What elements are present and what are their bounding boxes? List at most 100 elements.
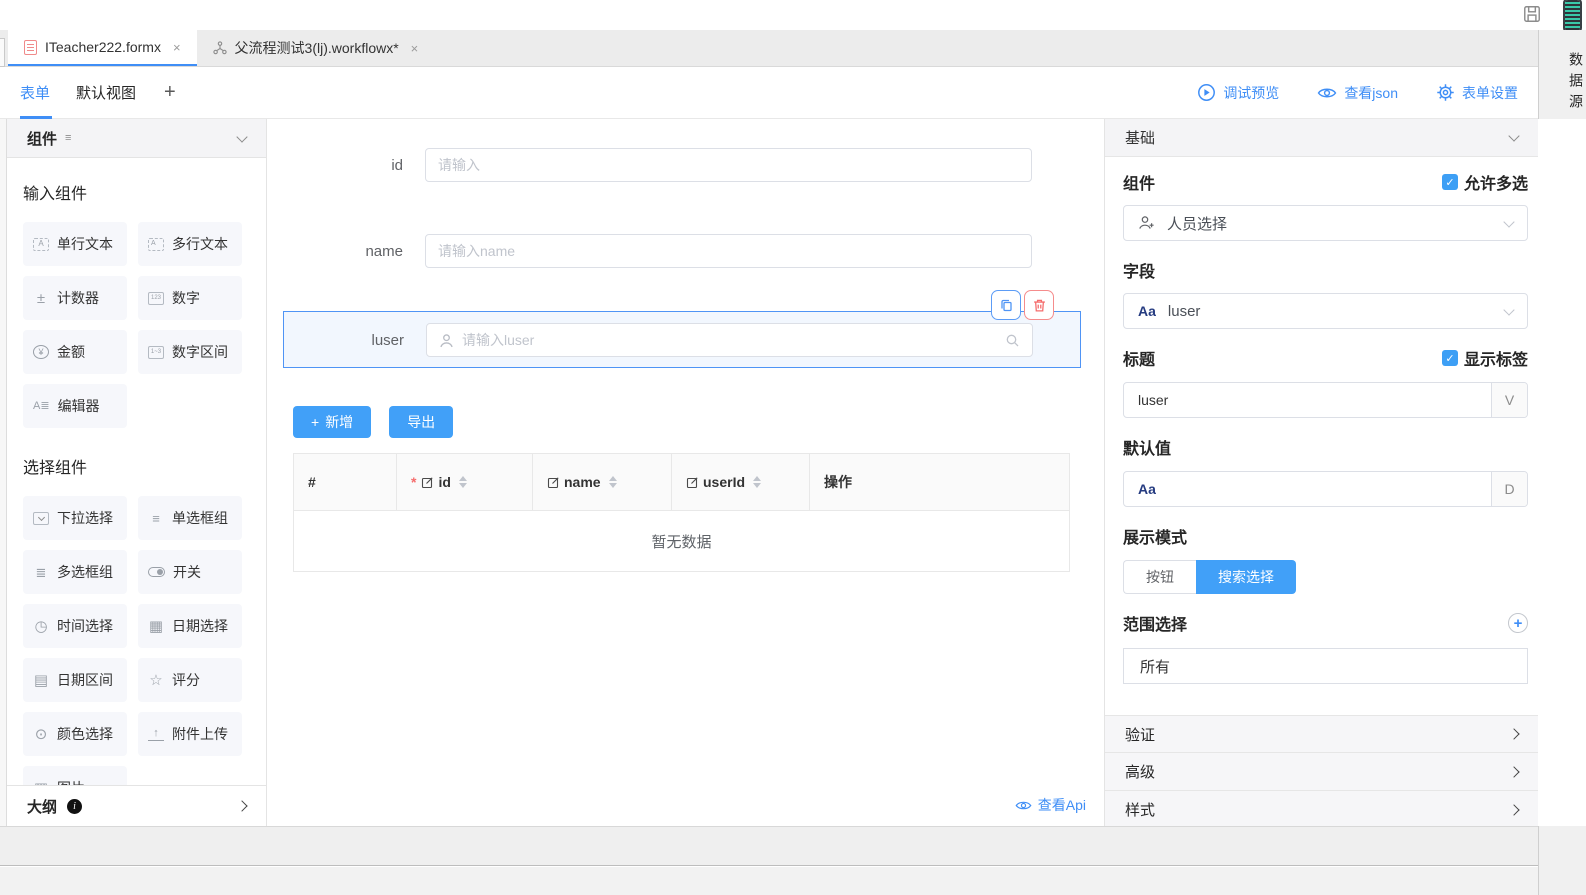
palette-item-counter[interactable]: ± 计数器 [23,276,127,320]
section-advanced[interactable]: 高级 [1105,753,1538,791]
palette-item-number-range[interactable]: 1~3 数字区间 [138,330,242,374]
palette-item-attachment-upload[interactable]: ↑ 附件上传 [138,712,242,756]
footer-strip-upper [0,826,1538,866]
rail-tab-datasource[interactable]: 数据源 [1539,38,1586,128]
palette-item-radio-group[interactable]: ≡ 单选框组 [138,496,242,540]
info-icon: i [67,799,82,814]
search-icon [1005,333,1020,348]
variable-suffix-button[interactable]: V [1491,383,1527,417]
palette-item-dropdown-select[interactable]: 下拉选择 [23,496,127,540]
close-icon[interactable]: × [173,40,181,55]
color-picker-icon: ⊙ [33,727,49,742]
luser-input-preview[interactable]: 请输入luser [426,323,1033,357]
col-id[interactable]: * id [397,454,533,510]
text-type-icon: Aa [1124,481,1156,497]
show-label-checkbox-group[interactable]: ✓ 显示标签 [1442,346,1528,370]
field-row-luser[interactable]: luser 请输入luser [284,323,1082,357]
person-plus-icon [1138,215,1155,232]
checkbox-checked-icon[interactable]: ✓ [1442,350,1458,366]
copy-component-button[interactable] [991,290,1021,320]
outline-bar[interactable]: 大纲 i [7,785,266,826]
eye-icon [1015,799,1032,812]
palette-title: 组件 [27,128,57,149]
outline-title: 大纲 [27,796,57,817]
col-name[interactable]: name [533,454,672,510]
plus-icon: + [311,414,319,430]
name-input-preview[interactable]: 请输入name [425,234,1032,268]
close-icon[interactable]: × [411,41,419,56]
section-style[interactable]: 样式 [1105,791,1538,829]
mode-search-select-option[interactable]: 搜索选择 [1196,560,1296,594]
title-input-wrap: V [1123,382,1528,418]
export-button[interactable]: 导出 [389,406,453,438]
view-json-button[interactable]: 查看json [1317,83,1398,103]
table-header: # * id na [294,454,1069,511]
palette-item-time-picker[interactable]: ◷ 时间选择 [23,604,127,648]
default-value-input[interactable] [1156,481,1491,497]
palette-item-checkbox-group[interactable]: ≣ 多选框组 [23,550,127,594]
default-value-row-label: 默认值 [1123,436,1528,458]
edit-icon [547,476,560,489]
chevron-down-icon [1508,130,1519,141]
multi-select-checkbox-group[interactable]: ✓ 允许多选 [1442,170,1528,194]
counter-icon: ± [33,291,49,306]
col-userid[interactable]: userId [672,454,810,510]
chevron-right-icon [1508,804,1519,815]
data-table: # * id na [293,453,1070,572]
tab-default-view[interactable]: 默认视图 [76,67,136,118]
field-row-name[interactable]: name 请输入name [283,234,1081,268]
debug-preview-button[interactable]: 调试预览 [1197,83,1279,103]
tab-formx-file[interactable]: ITeacher222.formx × [8,30,197,66]
checkbox-group-icon: ≣ [33,566,49,579]
range-value-box[interactable]: 所有 [1123,648,1528,684]
form-settings-button[interactable]: 表单设置 [1436,83,1518,103]
palette-item-switch[interactable]: 开关 [138,550,242,594]
tab-workflow-file[interactable]: 父流程测试3(lj).workflowx* × [197,30,435,66]
eye-icon [1317,85,1337,101]
tab-form-view[interactable]: 表单 [20,67,50,118]
field-select[interactable]: Aa luser [1123,293,1528,329]
palette-item-amount[interactable]: ¥ 金额 [23,330,127,374]
field-row-id[interactable]: id 请输入 [283,148,1081,182]
add-view-button[interactable]: + [164,81,176,104]
view-api-link[interactable]: 查看Api [1015,795,1086,815]
rich-editor-icon: A≣ [33,401,50,412]
date-range-icon: ▤ [33,673,49,688]
inspector-header-basic[interactable]: 基础 [1105,119,1538,157]
dynamic-suffix-button[interactable]: D [1491,472,1527,506]
section-validation[interactable]: 验证 [1105,715,1538,753]
form-designer-app: ITeacher222.formx × 父流程测试3(lj).workflowx… [0,0,1586,895]
add-range-button[interactable]: + [1508,613,1528,633]
palette-item-number[interactable]: 123 数字 [138,276,242,320]
title-input[interactable] [1124,392,1491,408]
id-input-preview[interactable]: 请输入 [425,148,1032,182]
save-icon[interactable] [1522,4,1542,24]
component-type-select[interactable]: 人员选择 [1123,205,1528,241]
section-title-select-components: 选择组件 [23,454,266,478]
chevron-right-icon [236,800,247,811]
delete-component-button[interactable] [1024,290,1054,320]
field-row-label: 字段 [1123,259,1528,281]
sort-caret[interactable] [609,476,617,488]
selected-component-luser[interactable]: luser 请输入luser [283,311,1081,368]
play-circle-icon [1197,83,1216,102]
palette-item-date-picker[interactable]: ▦ 日期选择 [138,604,242,648]
field-label: id [283,157,403,174]
chevron-down-icon[interactable] [236,131,247,142]
palette-item-single-line-text[interactable]: A 单行文本 [23,222,127,266]
edit-icon [421,476,434,489]
sort-caret[interactable] [459,476,467,488]
switch-icon [148,567,165,577]
mode-button-option[interactable]: 按钮 [1123,560,1196,594]
palette-item-color-picker[interactable]: ⊙ 颜色选择 [23,712,127,756]
palette-item-date-range[interactable]: ▤ 日期区间 [23,658,127,702]
add-row-button[interactable]: + 新增 [293,406,371,438]
palette-header[interactable]: 组件 ≡ [7,119,266,158]
input-components-grid: A 单行文本 A 多行文本 ± 计数器 123 数字 ¥ 金额 [23,222,266,428]
sort-caret[interactable] [753,476,761,488]
palette-item-rich-editor[interactable]: A≣ 编辑器 [23,384,127,428]
checkbox-checked-icon[interactable]: ✓ [1442,174,1458,190]
hamburger-icon: ≡ [65,132,71,144]
palette-item-multi-line-text[interactable]: A 多行文本 [138,222,242,266]
palette-item-rate[interactable]: ☆ 评分 [138,658,242,702]
